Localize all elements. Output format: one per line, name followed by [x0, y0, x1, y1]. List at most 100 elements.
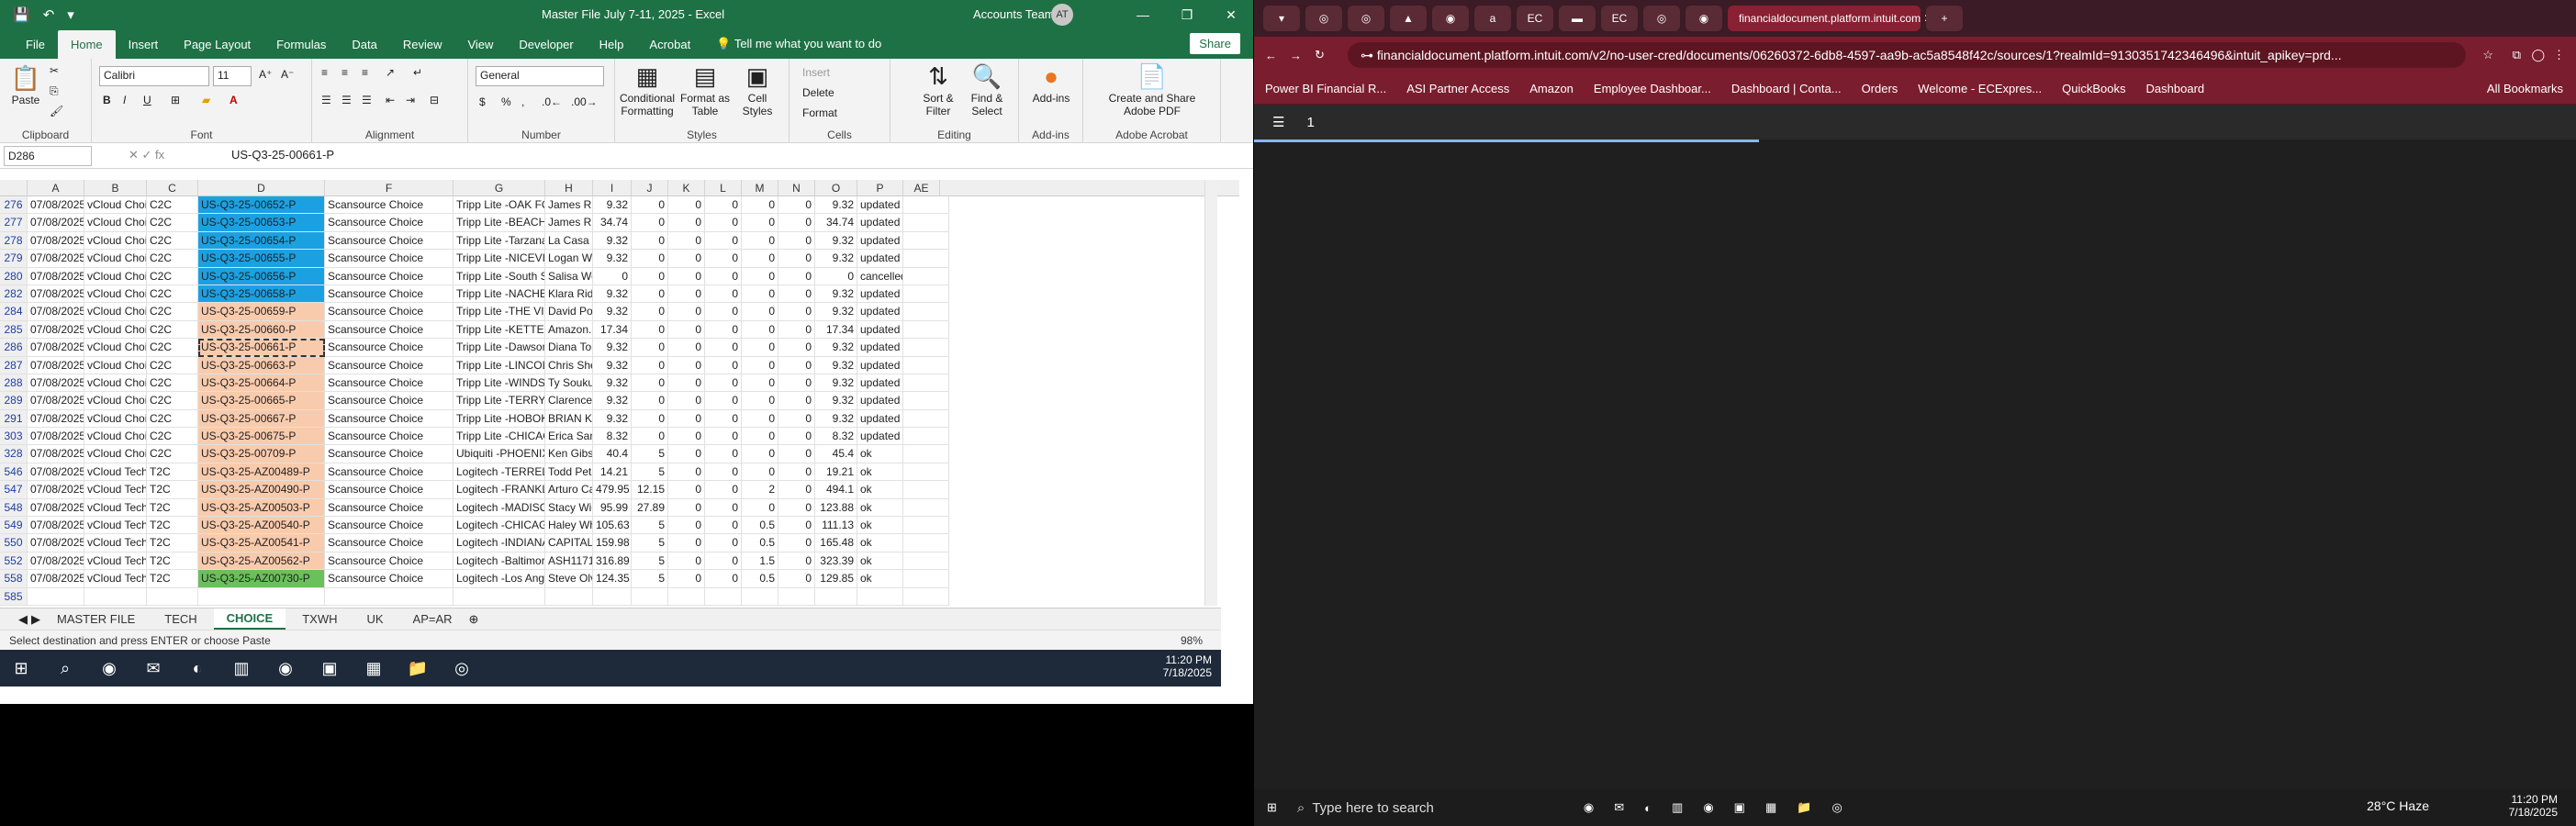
cell[interactable]: US-Q3-25-00653-P — [198, 214, 325, 232]
cell[interactable]: 0 — [632, 214, 668, 232]
conditional-formatting-button[interactable]: ▦ Conditional Formatting — [619, 62, 676, 117]
cell[interactable]: 0.5 — [742, 517, 778, 535]
comma-icon[interactable]: , — [521, 95, 524, 108]
cell[interactable] — [857, 587, 903, 606]
cell[interactable]: 316.89 — [593, 552, 632, 571]
cell[interactable] — [903, 320, 949, 340]
cell[interactable]: Scansource Choice — [325, 481, 454, 499]
cell[interactable]: Scansource Choice — [325, 498, 454, 518]
italic-icon[interactable]: I — [123, 94, 126, 106]
cell[interactable]: 34.74 — [593, 214, 632, 232]
cell[interactable] — [668, 587, 705, 606]
cell[interactable]: 0 — [705, 552, 742, 571]
tell-me-search[interactable]: 💡 Tell me what you want to do — [703, 37, 894, 59]
cell[interactable]: CAPITAL IN — [545, 534, 593, 553]
cell[interactable]: 0 — [668, 409, 705, 429]
browser-tab[interactable]: ◉ — [1432, 6, 1469, 31]
cell[interactable] — [632, 587, 668, 606]
tab-home[interactable]: Home — [57, 30, 116, 59]
cell[interactable]: 323.39 — [815, 552, 857, 571]
profile-icon[interactable]: ◯ — [2531, 48, 2545, 62]
column-header[interactable]: J — [632, 180, 668, 195]
cell[interactable]: Scansource Choice — [325, 409, 454, 429]
cell[interactable]: 0 — [632, 285, 668, 304]
cell[interactable]: 9.32 — [815, 409, 857, 429]
cell[interactable]: 0 — [705, 409, 742, 429]
cell[interactable]: Logitech -Los Angeles -CA — [454, 570, 545, 588]
cell[interactable]: 9.32 — [815, 285, 857, 304]
cell[interactable]: 07/08/2025 — [28, 374, 84, 393]
zoom-app-icon[interactable]: ◎ — [1831, 800, 1842, 815]
save-icon[interactable]: 💾 — [13, 6, 30, 23]
cell[interactable]: 5 — [632, 552, 668, 571]
row-header[interactable]: 289 — [0, 392, 28, 410]
cell[interactable]: updated — [857, 285, 903, 304]
cell[interactable]: 0 — [705, 570, 742, 588]
menu-icon[interactable]: ⋮ — [2553, 48, 2565, 62]
cell[interactable]: Scansource Choice — [325, 231, 454, 251]
column-header[interactable]: A — [28, 180, 84, 195]
cell[interactable]: vCloud Choice — [84, 231, 147, 251]
cell[interactable]: 0 — [705, 303, 742, 321]
browser-tab[interactable]: ◎ — [1643, 6, 1680, 31]
cell[interactable]: Scansource Choice — [325, 463, 454, 482]
column-header[interactable]: H — [545, 180, 593, 195]
cell[interactable]: 5 — [632, 517, 668, 535]
format-cells-button[interactable]: Format — [802, 106, 837, 119]
cell[interactable]: 0 — [742, 303, 778, 321]
row-header[interactable]: 276 — [0, 196, 28, 215]
browser-tab[interactable]: EC — [1517, 6, 1553, 31]
cell[interactable]: 9.32 — [815, 231, 857, 251]
cell[interactable]: Tripp Lite -CHICAGO-IL — [454, 428, 545, 446]
cell[interactable]: 9.32 — [593, 339, 632, 357]
cell[interactable]: Tripp Lite -BEACH HAVEN-NJ — [454, 214, 545, 232]
cell[interactable]: BRIAN KLE — [545, 409, 593, 429]
cell[interactable]: 0 — [778, 356, 815, 374]
cell[interactable]: 0 — [742, 339, 778, 357]
cell[interactable]: updated — [857, 356, 903, 374]
cell[interactable]: 0 — [705, 481, 742, 499]
row-header[interactable]: 278 — [0, 231, 28, 251]
cell[interactable]: vCloud Choice — [84, 339, 147, 357]
cell[interactable]: 0 — [742, 285, 778, 304]
cell[interactable] — [903, 250, 949, 268]
cell[interactable]: 07/08/2025 — [28, 339, 84, 357]
cell[interactable]: 0 — [742, 196, 778, 215]
align-bottom-icon[interactable]: ≡ — [362, 66, 368, 79]
cell[interactable]: 0.5 — [742, 570, 778, 588]
cell[interactable]: ok — [857, 552, 903, 571]
cell[interactable] — [815, 587, 857, 606]
site-info-icon[interactable]: ⊶ — [1361, 48, 1377, 62]
cell[interactable]: 0 — [705, 339, 742, 357]
bookmark-quickbooks[interactable]: QuickBooks — [2062, 82, 2125, 95]
cell[interactable]: 9.32 — [593, 285, 632, 304]
cell[interactable]: vCloud Choice — [84, 320, 147, 340]
cell[interactable]: ok — [857, 570, 903, 588]
wrap-text-icon[interactable]: ↵ — [413, 66, 422, 79]
browser-tab[interactable]: a — [1474, 6, 1511, 31]
cell[interactable]: 07/08/2025 — [28, 428, 84, 446]
borders-icon[interactable]: ⊞ — [171, 94, 180, 106]
cell[interactable]: vCloud Choice — [84, 303, 147, 321]
select-all-corner[interactable] — [0, 180, 28, 195]
cell[interactable]: 0 — [778, 552, 815, 571]
cell[interactable]: Scansource Choice — [325, 285, 454, 304]
cell[interactable]: US-Q3-25-AZ00562-P — [198, 552, 325, 571]
cell[interactable]: T2C — [147, 534, 198, 553]
cell[interactable] — [903, 285, 949, 304]
cell[interactable]: 0 — [668, 463, 705, 482]
cell[interactable]: 0 — [778, 392, 815, 410]
cell[interactable]: 0 — [632, 250, 668, 268]
cell[interactable]: 0 — [593, 267, 632, 285]
cell[interactable]: 159.98 — [593, 534, 632, 553]
bookmark-dashboard-conta[interactable]: Dashboard | Conta... — [1731, 82, 1842, 95]
merge-center-icon[interactable]: ⊟ — [430, 94, 439, 106]
cell[interactable]: 0 — [742, 267, 778, 285]
cell[interactable]: 0 — [742, 231, 778, 251]
cell[interactable]: Scansource Choice — [325, 214, 454, 232]
cell[interactable]: David Post — [545, 303, 593, 321]
cell[interactable]: 0 — [668, 320, 705, 340]
cell[interactable]: 95.99 — [593, 498, 632, 518]
tab-developer[interactable]: Developer — [506, 38, 586, 59]
decrease-decimal-icon[interactable]: .00→ — [571, 95, 598, 108]
